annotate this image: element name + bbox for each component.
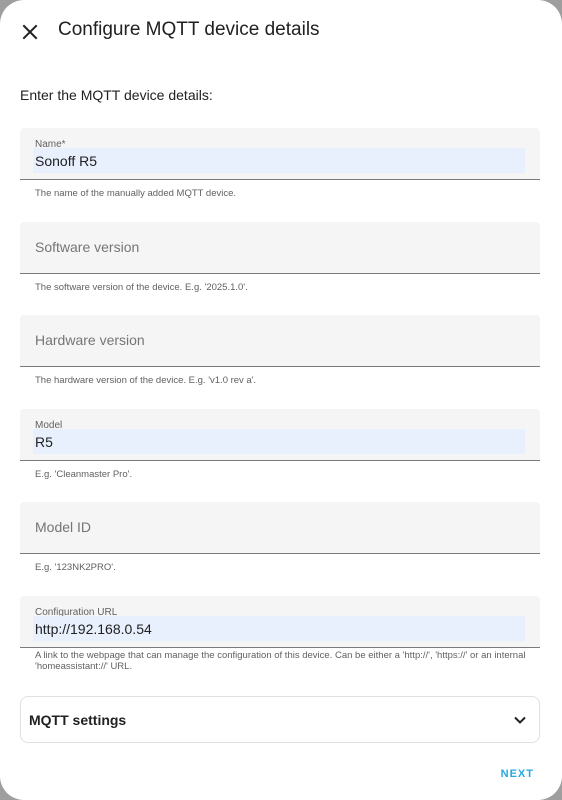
hardware-version-field[interactable]: Hardware version [20, 315, 540, 367]
model-helper-text: E.g. 'Cleanmaster Pro'. [35, 469, 133, 480]
next-button[interactable]: NEXT [501, 768, 534, 780]
software-version-label: Software version [35, 239, 140, 255]
chevron-down-icon [514, 716, 526, 724]
model-input[interactable] [33, 429, 525, 454]
model-id-label: Model ID [35, 519, 92, 535]
intro-text: Enter the MQTT device details: [20, 87, 213, 103]
name-input[interactable] [33, 148, 525, 173]
configuration-url-field[interactable]: Configuration URL [20, 596, 540, 648]
software-version-helper-text: The software version of the device. E.g.… [35, 282, 248, 293]
hardware-version-label: Hardware version [35, 332, 145, 348]
configure-mqtt-dialog: Configure MQTT device details Enter the … [0, 0, 562, 800]
name-field[interactable]: Name* [20, 128, 540, 180]
dialog-header: Configure MQTT device details [0, 0, 562, 62]
mqtt-settings-expander[interactable]: MQTT settings [20, 696, 540, 743]
hardware-version-helper-text: The hardware version of the device. E.g.… [35, 375, 257, 386]
model-id-helper-text: E.g. '123NK2PRO'. [35, 562, 116, 573]
configuration-url-input[interactable] [33, 616, 525, 641]
mqtt-settings-label: MQTT settings [29, 712, 127, 728]
configuration-url-helper-text: A link to the webpage that can manage th… [35, 650, 526, 672]
close-icon [22, 24, 38, 40]
name-helper-text: The name of the manually added MQTT devi… [35, 188, 237, 199]
dialog-title: Configure MQTT device details [58, 19, 320, 40]
model-id-field[interactable]: Model ID [20, 502, 540, 554]
close-button[interactable] [16, 18, 44, 46]
model-field[interactable]: Model [20, 409, 540, 461]
software-version-field[interactable]: Software version [20, 222, 540, 274]
